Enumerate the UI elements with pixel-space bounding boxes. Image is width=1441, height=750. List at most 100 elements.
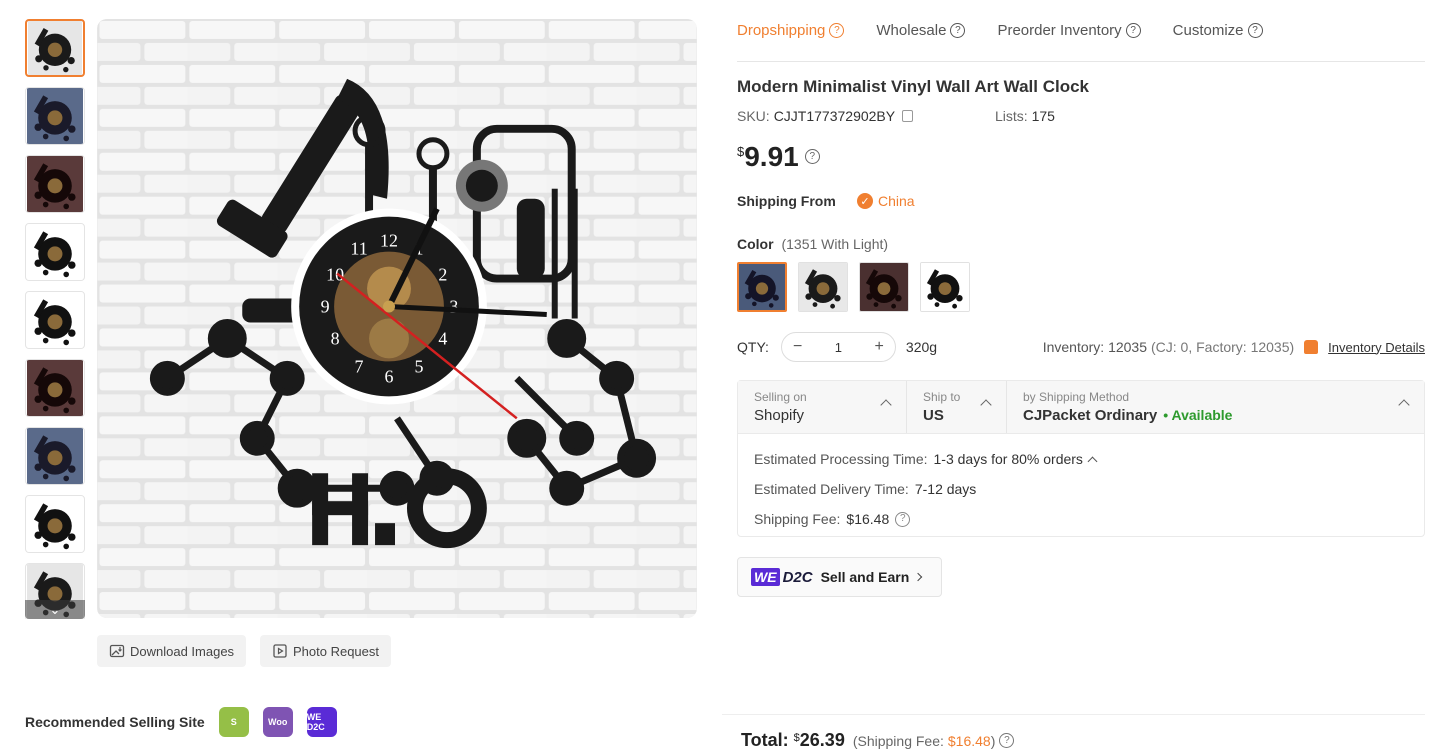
product-thumbnail[interactable] — [25, 427, 85, 485]
shipping-from-country[interactable]: China — [878, 193, 915, 209]
ship-to-dropdown[interactable]: Ship to US — [907, 381, 1007, 433]
shipping-from-label: Shipping From — [737, 193, 836, 209]
price: $ 9.91 ? — [737, 140, 820, 174]
product-thumbnail[interactable] — [25, 223, 85, 281]
processing-time-label: Estimated Processing Time: — [754, 451, 928, 467]
inventory-total: Inventory: 12035 — [1042, 339, 1147, 355]
ship-to-value: US — [923, 407, 944, 424]
check-circle-icon: ✓ — [857, 193, 873, 209]
svg-text:7: 7 — [355, 356, 364, 376]
lists-label: Lists: — [995, 108, 1028, 124]
ship-to-label: Ship to — [923, 390, 961, 404]
tab-label: Customize — [1172, 22, 1244, 39]
inventory-details-link[interactable]: Inventory Details — [1328, 340, 1425, 355]
svg-text:3: 3 — [449, 297, 458, 317]
shipping-fee-value: $16.48 — [846, 511, 890, 527]
recommended-selling-site: Recommended Selling Site S Woo WE D2C — [25, 706, 351, 738]
price-help-icon[interactable]: ? — [804, 149, 820, 164]
product-thumbnail[interactable] — [25, 87, 85, 145]
tab-preorder-inventory[interactable]: Preorder Inventory? — [997, 22, 1141, 39]
qty-input[interactable] — [813, 333, 864, 361]
color-label: Color — [737, 236, 774, 252]
qty-decrease-button[interactable]: − — [782, 333, 814, 361]
product-weight: 320g — [905, 339, 938, 355]
thumbnail-scroll-down-icon[interactable]: ⌄ — [25, 600, 85, 619]
tab-wholesale[interactable]: Wholesale? — [876, 22, 966, 39]
product-image-clock: 12 1 2 3 4 5 6 7 8 9 10 11 — [97, 19, 697, 618]
delivery-time-label: Estimated Delivery Time: — [754, 481, 909, 497]
help-circle-icon[interactable]: ? — [1125, 23, 1141, 38]
recommended-selling-site-label: Recommended Selling Site — [25, 714, 205, 730]
product-thumbnail[interactable] — [25, 495, 85, 553]
svg-text:5: 5 — [414, 356, 423, 376]
product-thumbnail[interactable] — [25, 155, 85, 213]
qty-increase-button[interactable]: + — [863, 333, 895, 361]
help-circle-icon[interactable]: ? — [1247, 23, 1263, 38]
color-swatch[interactable] — [859, 262, 909, 312]
color-swatch[interactable] — [798, 262, 848, 312]
total-divider — [722, 714, 1425, 715]
lists-value: 175 — [1031, 108, 1055, 124]
selling-on-value: Shopify — [754, 407, 805, 424]
photo-request-button[interactable]: Photo Request — [260, 635, 392, 667]
wed2c-icon[interactable]: WE D2C — [306, 707, 337, 737]
chevron-up-icon[interactable] — [1087, 456, 1098, 466]
color-swatch[interactable] — [737, 262, 787, 312]
total-fee-prefix: (Shipping Fee: — [852, 732, 944, 749]
product-thumbnail[interactable] — [25, 291, 85, 349]
help-circle-icon[interactable]: ? — [950, 23, 966, 38]
shipping-method-label: by Shipping Method — [1023, 390, 1130, 404]
copy-icon[interactable] — [902, 110, 914, 122]
svg-text:11: 11 — [350, 239, 367, 259]
svg-text:6: 6 — [385, 366, 394, 386]
tab-dropshipping[interactable]: Dropshipping? — [737, 22, 845, 39]
shipping-selectors: Selling on Shopify Ship to US by Shippin… — [738, 381, 1424, 434]
processing-time-value: 1-3 days for 80% orders — [933, 451, 1083, 467]
sell-and-earn-label: Sell and Earn — [820, 569, 910, 585]
shipping-estimates: Estimated Processing Time: 1-3 days for … — [738, 434, 1424, 544]
shipping-method-dropdown[interactable]: by Shipping Method CJPacket Ordinary • Av… — [1007, 381, 1424, 433]
product-title: Modern Minimalist Vinyl Wall Art Wall Cl… — [737, 77, 1090, 96]
help-circle-icon[interactable]: ? — [829, 23, 845, 38]
warehouse-icon — [1304, 340, 1319, 354]
quantity-stepper: − + — [780, 332, 896, 362]
color-swatch[interactable] — [920, 262, 970, 312]
inventory-breakdown: (CJ: 0, Factory: 12035) — [1151, 339, 1295, 355]
product-thumbnail[interactable] — [25, 359, 85, 417]
sku-row: SKU: CJJT177372902BY — [737, 108, 914, 124]
download-images-button[interactable]: Download Images — [97, 635, 247, 667]
d2c-sell-and-earn-button[interactable]: WE D2C Sell and Earn — [737, 557, 942, 597]
tab-label: Preorder Inventory — [997, 22, 1122, 39]
lists-row: Lists: 175 — [995, 108, 1055, 124]
tab-label: Dropshipping — [737, 22, 826, 39]
processing-time-row: Estimated Processing Time: 1-3 days for … — [754, 444, 1408, 474]
quantity-row: QTY: − + 320g Inventory: 12035 (CJ: 0, F… — [737, 332, 1425, 362]
svg-text:8: 8 — [331, 328, 340, 348]
shipping-fee-row: Shipping Fee: $16.48 ? — [754, 504, 1408, 534]
shipping-method-row: CJPacket Ordinary • Available — [1023, 407, 1424, 424]
mode-tabs: Dropshipping? Wholesale? Preorder Inventor… — [737, 0, 1425, 62]
tab-label: Wholesale — [876, 22, 947, 39]
we-logo: WE — [751, 568, 780, 586]
shipping-panel: Selling on Shopify Ship to US by Shippin… — [737, 380, 1425, 537]
download-images-label: Download Images — [130, 643, 235, 659]
total-fee-value: $16.48 — [947, 732, 991, 749]
shopify-icon[interactable]: S — [218, 707, 249, 737]
photo-request-icon — [273, 644, 287, 658]
shipping-fee-label: Shipping Fee: — [754, 511, 841, 527]
sku-value: CJJT177372902BY — [773, 108, 896, 124]
main-product-image: 12 1 2 3 4 5 6 7 8 9 10 11 — [97, 19, 697, 618]
total-row: Total: $ 26.39 (Shipping Fee: $16.48 ) ? — [741, 730, 1015, 750]
shipping-fee-help-icon[interactable]: ? — [895, 511, 911, 527]
thumbnail-list[interactable] — [25, 19, 85, 619]
total-help-icon[interactable]: ? — [999, 733, 1015, 748]
selling-on-dropdown[interactable]: Selling on Shopify — [738, 381, 907, 433]
svg-text:4: 4 — [438, 328, 447, 348]
total-fee-suffix: ) — [990, 732, 996, 749]
product-thumbnail[interactable] — [25, 19, 85, 77]
photo-request-label: Photo Request — [293, 643, 380, 659]
tab-customize[interactable]: Customize? — [1173, 22, 1263, 39]
woocommerce-icon[interactable]: Woo — [262, 707, 293, 737]
svg-text:9: 9 — [321, 297, 330, 317]
svg-text:12: 12 — [380, 231, 398, 251]
